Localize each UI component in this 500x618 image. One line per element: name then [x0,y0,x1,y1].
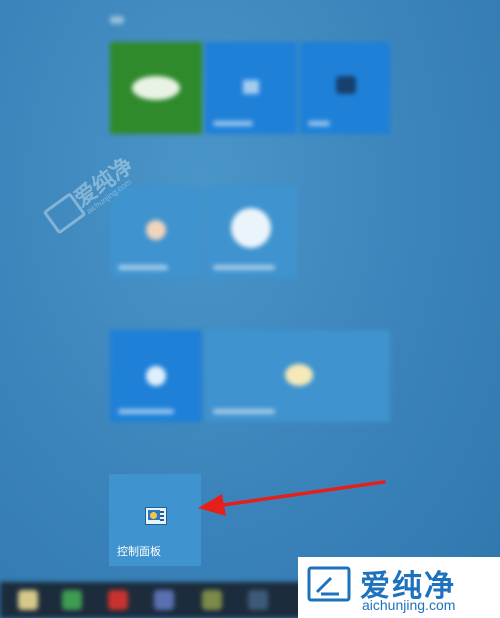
control-panel-icon [145,507,167,525]
taskbar-app-icon[interactable] [62,590,82,610]
taskbar-app-icon[interactable] [154,590,174,610]
app-icon [336,76,356,94]
app-icon [146,220,166,240]
desktop-background: 爱纯净 aichunjing.com 控制面板 爱纯净 aichunjing.c… [0,0,500,618]
watermark-site: aichunjing.com [362,597,456,613]
tile-weather[interactable] [205,330,390,422]
taskbar-app-icon[interactable] [108,590,128,610]
watermark-badge: 爱纯净 aichunjing.com [298,557,500,618]
skype-icon [231,208,271,248]
weather-icon [285,364,313,386]
control-panel-label: 控制面板 [117,546,161,558]
taskbar-app-icon[interactable] [18,590,38,610]
tile-group-header [110,16,124,24]
aichunjing-logo-icon [307,566,351,602]
tile-app-2[interactable] [205,42,297,134]
tile-skype[interactable] [205,186,297,278]
tile-app-3[interactable] [300,42,390,134]
control-panel-tile[interactable]: 控制面板 [109,474,201,566]
cloud-photo-icon [132,76,180,100]
taskbar-app-icon[interactable] [202,590,222,610]
taskbar-app-icon[interactable] [248,590,268,610]
app-icon [243,80,259,94]
tile-app-6[interactable] [110,330,202,422]
gear-icon [146,366,166,386]
